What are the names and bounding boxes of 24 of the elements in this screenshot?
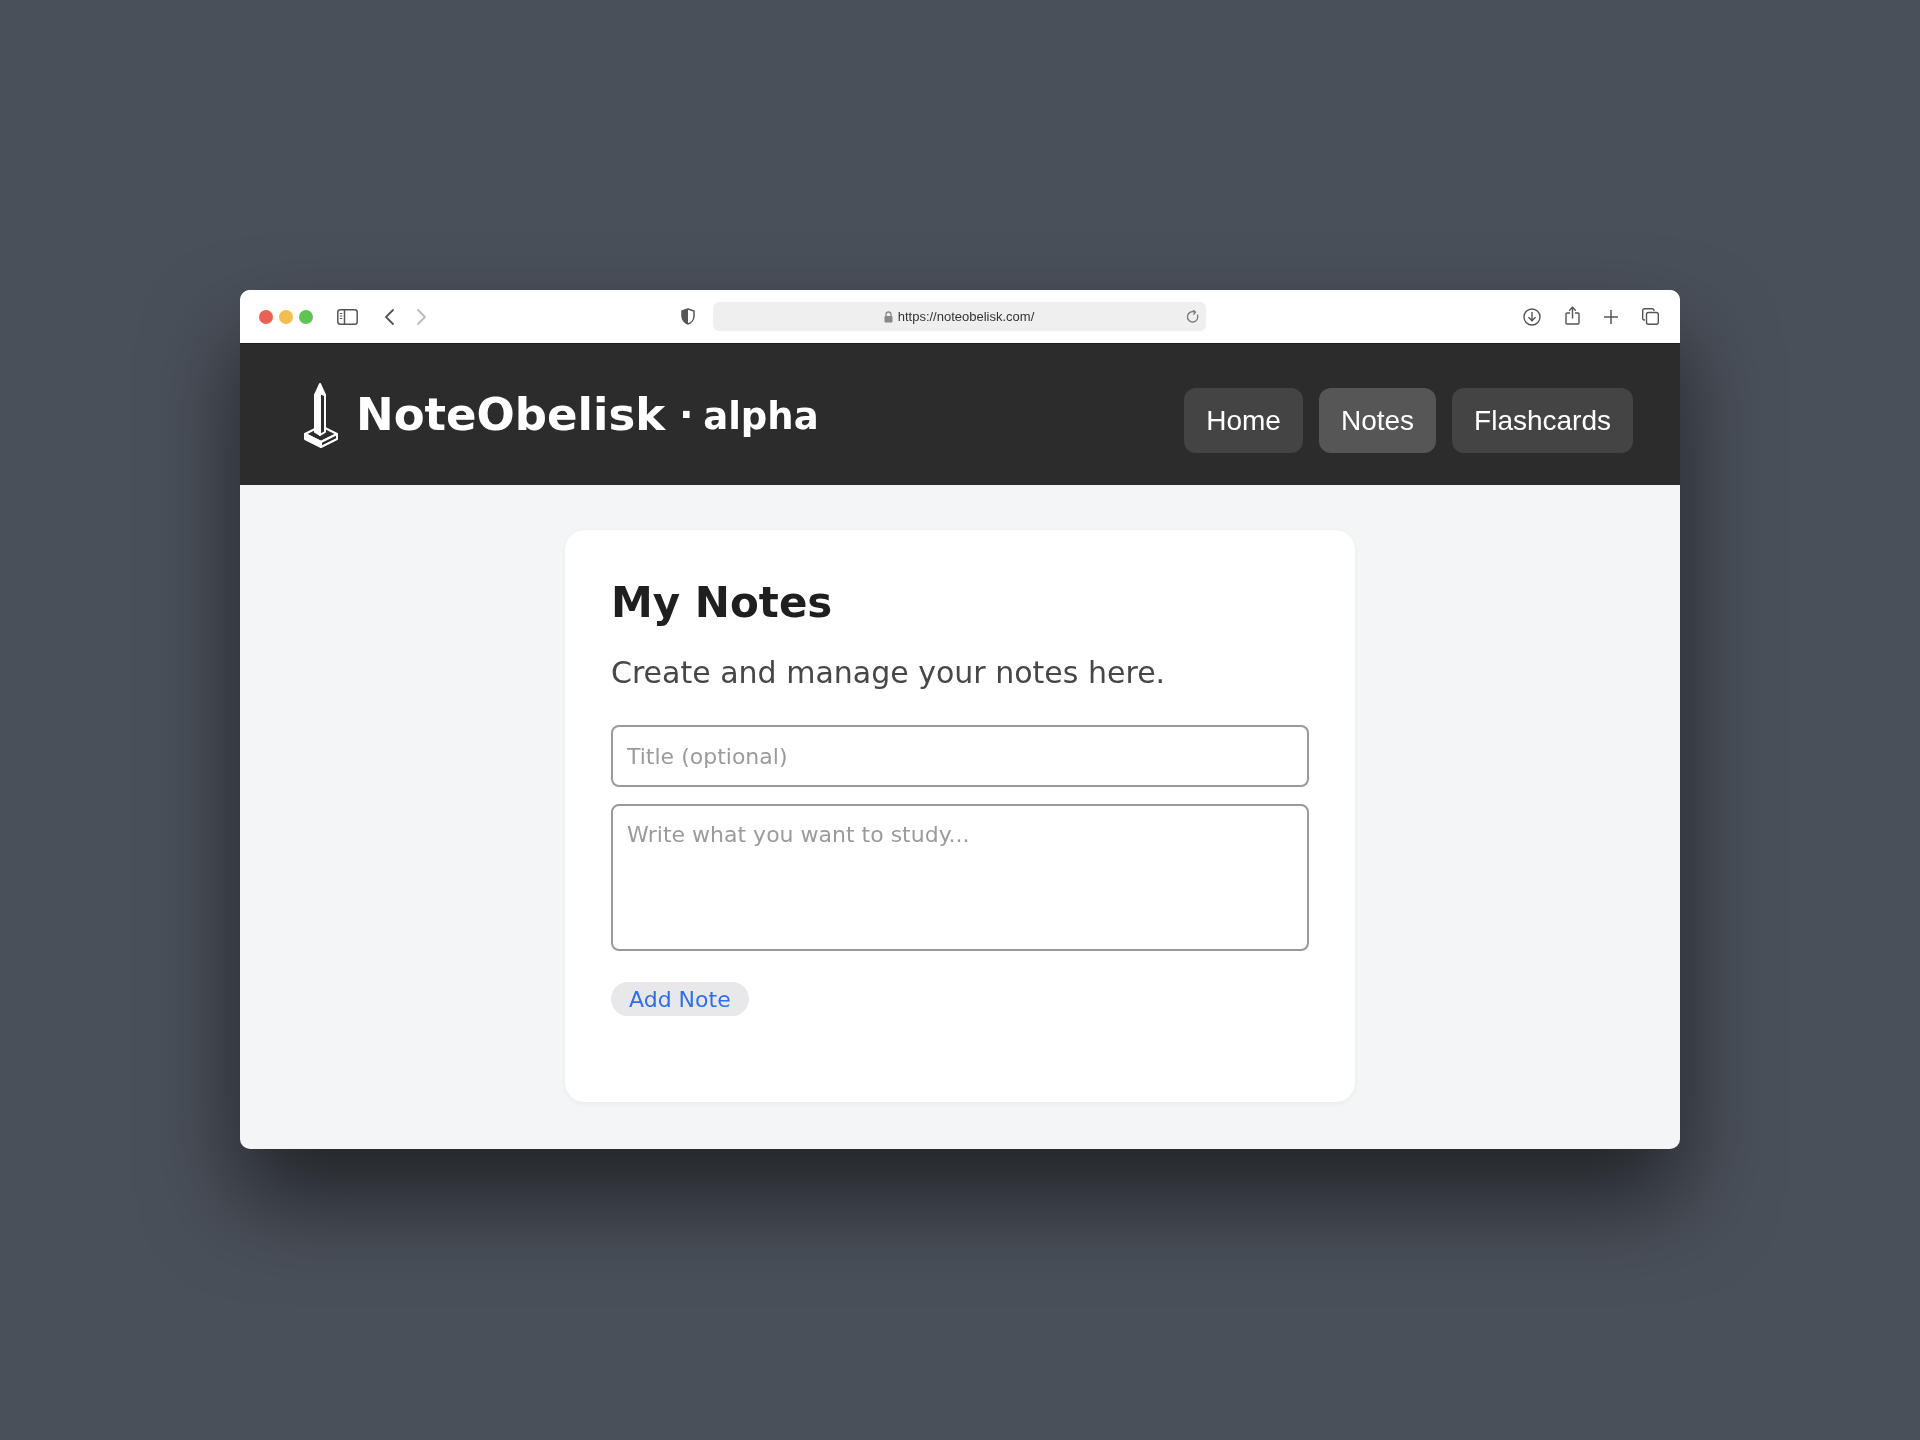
address-bar[interactable]: https://noteobelisk.com/ xyxy=(712,302,1206,331)
nav-tab[interactable]: Notes xyxy=(1318,388,1437,453)
tabs-icon[interactable] xyxy=(1642,308,1659,325)
nav-tab[interactable]: Flashcards xyxy=(1452,388,1633,453)
title-input-field[interactable]: Title (optional) xyxy=(611,725,1309,787)
add-note-button[interactable]: Add Note xyxy=(611,982,749,1016)
shield-icon[interactable] xyxy=(680,308,695,325)
obelisk-logo-icon[interactable] xyxy=(302,381,340,448)
page-heading: My Notes xyxy=(611,578,834,628)
page-subtitle: Create and manage your notes here. xyxy=(611,655,1167,691)
download-icon[interactable] xyxy=(1523,307,1541,326)
url-text: https://noteobelisk.com/ xyxy=(897,309,1035,324)
lock-icon xyxy=(883,310,893,323)
brand-name: NoteObelisk xyxy=(356,389,666,440)
nav-tab[interactable]: Home xyxy=(1184,388,1303,453)
edition-label: alpha xyxy=(703,395,819,438)
reload-icon[interactable] xyxy=(1185,309,1200,324)
window-close-icon[interactable] xyxy=(259,309,273,324)
sidebar-icon[interactable] xyxy=(337,308,358,325)
note-text-area[interactable]: Write what you want to study... xyxy=(611,804,1309,951)
brand-separator: · xyxy=(679,393,694,436)
share-icon[interactable] xyxy=(1565,305,1580,325)
plus-icon[interactable] xyxy=(1604,309,1618,324)
back-icon[interactable] xyxy=(385,308,394,325)
